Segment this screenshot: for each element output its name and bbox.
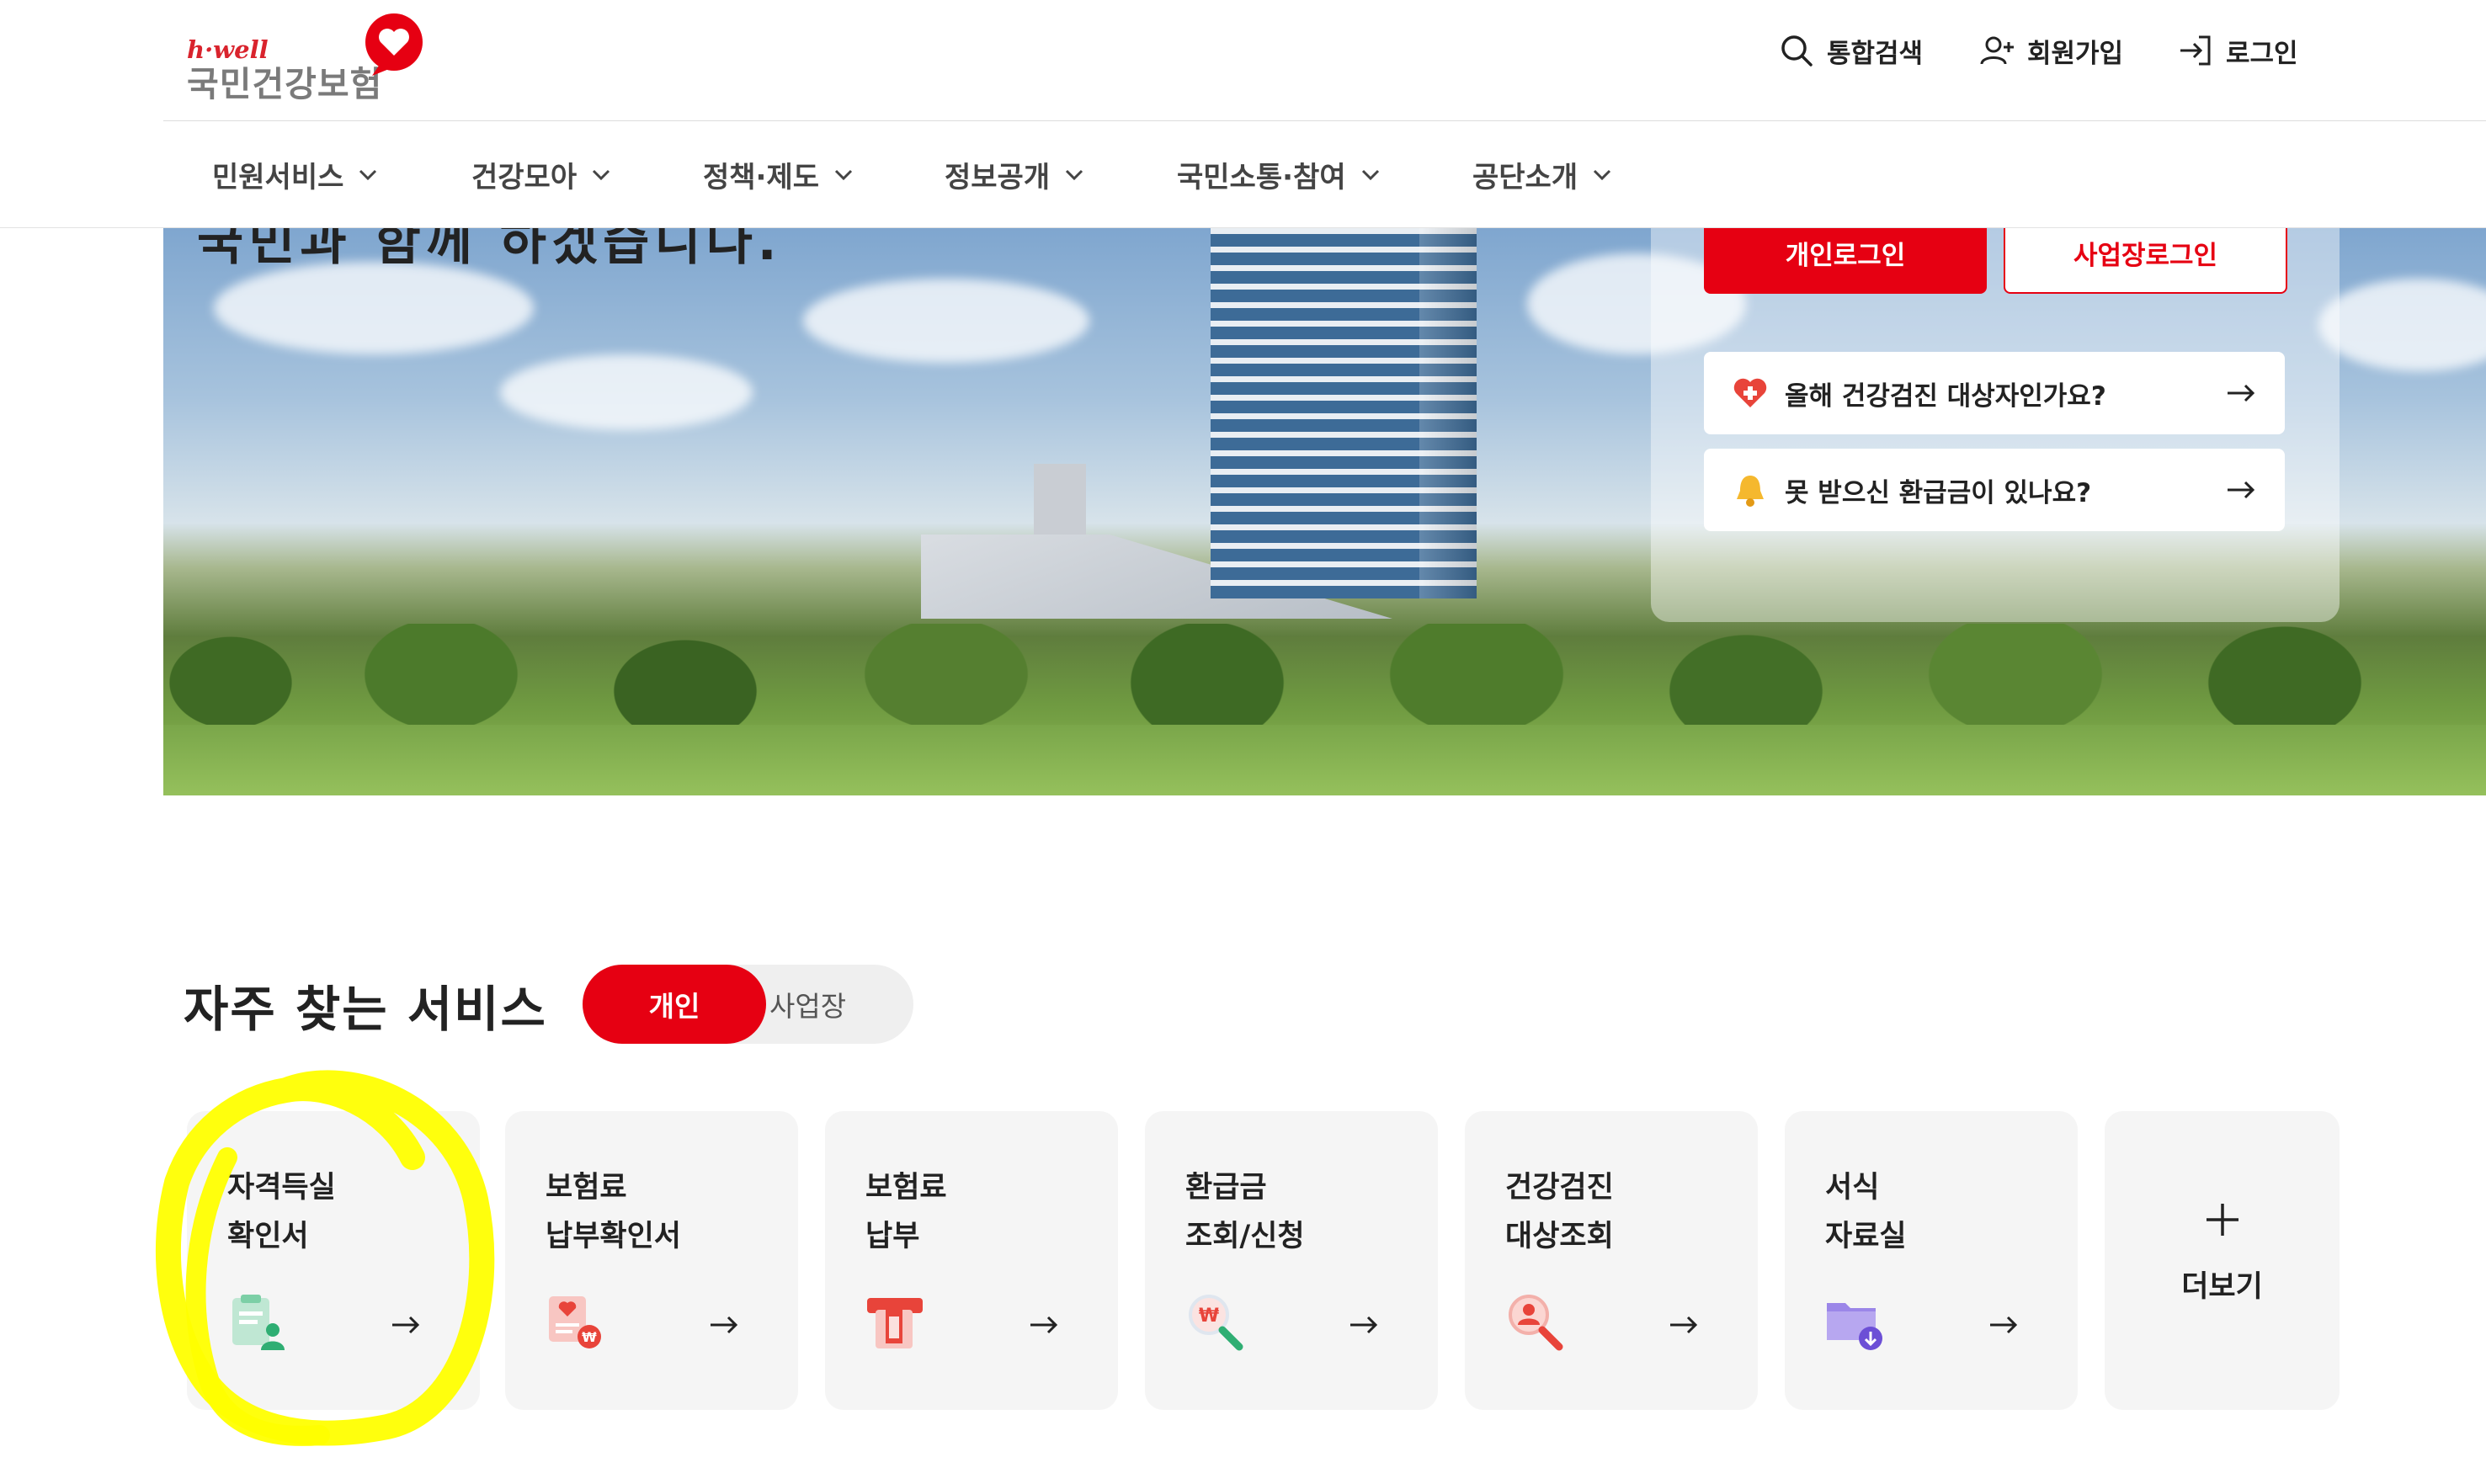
card-title-line: 조회/신청 — [1185, 1220, 1305, 1253]
chevron-down-icon — [359, 169, 377, 181]
logo-title: 국민건강보험 — [187, 64, 383, 104]
nav-label: 국민소통·참여 — [1177, 160, 1346, 194]
chevron-down-icon — [593, 169, 610, 181]
card-payment-icon — [867, 1298, 923, 1348]
tab-personal[interactable]: 개인 — [583, 965, 766, 1044]
arrow-right-icon — [392, 1316, 420, 1334]
tower-shade — [1419, 228, 1477, 598]
hero-slogan: 국민과 함께 하겠습니다. — [197, 228, 782, 272]
arrow-right-icon — [1030, 1316, 1058, 1334]
quick-link-checkup-target[interactable]: 올해 건강검진 대상자인가요? — [1704, 352, 2285, 434]
card-title: 건강검진 대상조회 — [1505, 1163, 1614, 1261]
card-title-line: 환급금 — [1185, 1171, 1267, 1205]
nav-label: 공단소개 — [1472, 160, 1578, 194]
nav-about[interactable]: 공단소개 — [1472, 152, 1613, 197]
arrow-right-icon — [1670, 1316, 1698, 1334]
service-more-button[interactable]: 더보기 — [2105, 1111, 2340, 1410]
site-logo[interactable]: h·well 국민건강보험 — [187, 10, 439, 104]
arrow-right-icon — [1350, 1316, 1378, 1334]
personal-login-button[interactable]: 개인로그인 — [1704, 228, 1987, 294]
card-title-line: 보험료 — [865, 1171, 947, 1205]
svg-text:₩: ₩ — [582, 1329, 597, 1345]
magnifier-person-icon — [1509, 1295, 1563, 1351]
card-title: 보험료 납부확인서 — [546, 1163, 681, 1261]
heart-plus-icon — [1733, 378, 1767, 407]
nav-label: 민원서비스 — [212, 160, 344, 194]
login-icon — [2180, 35, 2211, 66]
bell-icon — [1737, 476, 1764, 507]
search-icon — [1781, 35, 1813, 66]
cloud — [803, 279, 1089, 363]
nav-label: 건강모아 — [471, 160, 578, 194]
card-title-line: 납부 — [865, 1220, 920, 1253]
heart-logo-icon — [365, 13, 423, 76]
login-label: 로그인 — [2226, 38, 2298, 69]
card-title-line: 대상조회 — [1505, 1220, 1614, 1253]
signup-label: 회원가입 — [2027, 38, 2124, 69]
chevron-down-icon — [1361, 169, 1379, 181]
user-plus-icon — [1980, 36, 2014, 65]
nav-label: 정보공개 — [945, 160, 1051, 194]
quick-link-refund[interactable]: 못 받으신 환급금이 있나요? — [1704, 449, 2285, 531]
more-label: 더보기 — [2181, 1270, 2263, 1304]
card-title: 서식 자료실 — [1825, 1163, 1907, 1261]
svg-text:₩: ₩ — [1199, 1306, 1219, 1327]
top-header: h·well 국민건강보험 통합검색 회원가입 로그인 — [163, 0, 2486, 122]
card-title-line: 자격득실 — [227, 1171, 336, 1205]
chevron-down-icon — [1594, 169, 1611, 181]
card-title-line: 보험료 — [546, 1171, 627, 1205]
section-title: 자주 찾는 서비스 — [184, 981, 547, 1038]
service-card-premium-payment-certificate[interactable]: 보험료 납부확인서 ₩ — [505, 1111, 798, 1410]
plus-icon — [2207, 1204, 2238, 1236]
unified-search-link[interactable]: 통합검색 — [1778, 27, 1923, 74]
quick-link-label: 올해 건강검진 대상자인가요? — [1785, 380, 2106, 412]
service-type-toggle: 개인 사업장 — [583, 965, 913, 1044]
card-title: 환급금 조회/신청 — [1185, 1163, 1305, 1261]
card-title-line: 건강검진 — [1505, 1171, 1614, 1205]
chevron-down-icon — [1066, 169, 1083, 181]
service-card-forms-library[interactable]: 서식 자료실 — [1785, 1111, 2078, 1410]
service-card-refund-inquiry[interactable]: 환급금 조회/신청 ₩ — [1145, 1111, 1438, 1410]
service-card-premium-payment[interactable]: 보험료 납부 — [825, 1111, 1118, 1410]
nav-policy[interactable]: 정책·제도 — [703, 152, 854, 197]
card-title: 자격득실 확인서 — [227, 1163, 336, 1261]
receipt-won-icon: ₩ — [549, 1296, 601, 1348]
hero-banner: 국민과 함께 하겠습니다. 개인로그인 사업장로그인 올해 건강검진 대상자인가… — [163, 228, 2486, 795]
magnifier-won-icon: ₩ — [1189, 1295, 1243, 1351]
tab-business[interactable]: 사업장 — [766, 965, 913, 1044]
login-link[interactable]: 로그인 — [2177, 27, 2298, 74]
nav-label: 정책·제도 — [703, 160, 820, 194]
folder-download-icon — [1827, 1303, 1882, 1350]
main-navigation: 민원서비스 건강모아 정책·제도 정보공개 국민소통·참여 공단소개 — [0, 121, 2486, 228]
arrow-right-icon — [2228, 481, 2255, 499]
service-card-qualification-certificate[interactable]: 자격득실 확인서 — [187, 1111, 480, 1410]
unified-search-label: 통합검색 — [1827, 38, 1924, 69]
certificate-user-icon — [232, 1295, 285, 1350]
cloud — [214, 262, 534, 354]
nav-health-moa[interactable]: 건강모아 — [471, 152, 612, 197]
cloud — [2318, 279, 2486, 371]
card-title-line: 자료실 — [1825, 1220, 1907, 1253]
nav-info-disclosure[interactable]: 정보공개 — [945, 152, 1085, 197]
login-panel: 개인로그인 사업장로그인 올해 건강검진 대상자인가요? 못 받으신 환급금이 … — [1651, 228, 2340, 622]
nav-civil-service[interactable]: 민원서비스 — [212, 152, 379, 197]
card-title-line: 서식 — [1825, 1171, 1880, 1205]
cloud — [500, 354, 753, 430]
arrow-right-icon — [711, 1316, 738, 1334]
quick-link-label: 못 받으신 환급금이 있나요? — [1785, 477, 2092, 508]
card-title: 보험료 납부 — [865, 1163, 947, 1261]
service-card-checkup-target-inquiry[interactable]: 건강검진 대상조회 — [1465, 1111, 1758, 1410]
card-title-line: 확인서 — [227, 1220, 309, 1253]
signup-link[interactable]: 회원가입 — [1978, 27, 2123, 74]
business-login-button[interactable]: 사업장로그인 — [2004, 228, 2287, 294]
nav-participation[interactable]: 국민소통·참여 — [1177, 152, 1381, 197]
lawn-image — [163, 725, 2486, 795]
arrow-right-icon — [1990, 1316, 2018, 1334]
chevron-down-icon — [834, 169, 853, 181]
arrow-right-icon — [2228, 384, 2255, 402]
card-title-line: 납부확인서 — [546, 1220, 682, 1253]
